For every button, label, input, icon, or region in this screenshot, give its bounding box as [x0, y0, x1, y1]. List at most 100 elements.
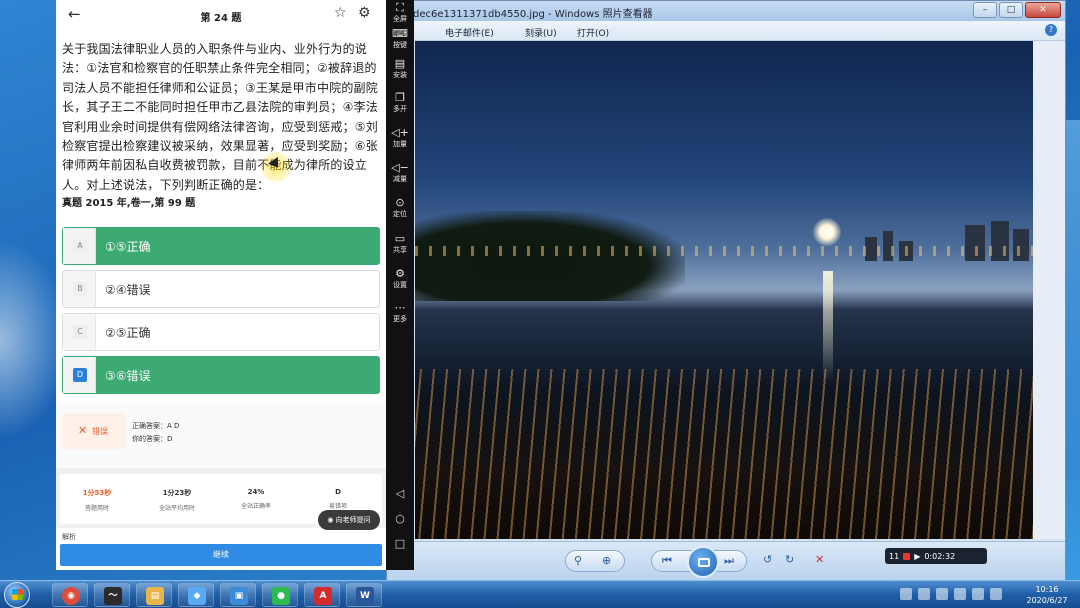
stat-label: 答题用时 [84, 505, 109, 512]
menu-email[interactable]: 电子邮件(E) [445, 26, 494, 39]
settings-icon: ⚙ [395, 267, 405, 280]
stat-accuracy: 24% 全站正确率 [216, 488, 296, 510]
ask-teacher-label: 向老师提问 [335, 516, 371, 524]
favorite-star-icon[interactable]: ☆ [334, 5, 347, 21]
taskbar-file-explorer[interactable]: ▤ [136, 583, 172, 607]
sidebar-keymap[interactable]: ⌨ 按键 [386, 28, 414, 50]
sidebar-location[interactable]: ⊙ 定位 [386, 197, 414, 219]
sidebar-settings[interactable]: ⚙ 设置 [386, 268, 414, 290]
sidebar-install[interactable]: ▤ 安装 [386, 58, 414, 80]
next-icon[interactable]: ⏭ [724, 554, 734, 568]
delete-icon[interactable]: ✕ [815, 553, 824, 566]
android-home-icon[interactable]: ○ [394, 513, 406, 525]
minimize-button[interactable]: – [973, 2, 997, 18]
sidebar-label: 定位 [393, 210, 407, 218]
sidebar-share[interactable]: ▭ 共享 [386, 233, 414, 255]
maximize-button[interactable]: □ [999, 2, 1023, 18]
question-source: 真题 2015 年,卷一,第 99 题 [62, 198, 196, 209]
option-c[interactable]: C ②⑤正确 [62, 313, 380, 351]
help-icon[interactable]: ? [1045, 24, 1057, 36]
android-recents-icon[interactable]: □ [394, 538, 406, 550]
sidebar-volume-down[interactable]: ◁− 减量 [386, 162, 414, 184]
option-letter: C [73, 325, 87, 339]
slideshow-button[interactable] [687, 546, 719, 578]
option-text: ①⑤正确 [105, 240, 151, 254]
close-button[interactable]: ✕ [1025, 2, 1061, 18]
sidebar-label: 共享 [393, 246, 407, 254]
taskbar-word[interactable]: W [346, 583, 382, 607]
tray-icon[interactable] [900, 588, 912, 600]
option-d[interactable]: D ③⑥错误 [62, 356, 380, 394]
rotate-right-icon[interactable]: ↻ [785, 553, 794, 566]
recording-panel[interactable]: 11 ▶ 0:02:32 [885, 548, 987, 564]
option-text: ②④错误 [105, 283, 151, 297]
window-controls: – □ ✕ [973, 2, 1061, 18]
zoom-controls[interactable]: ⚲ ⊕ [565, 550, 625, 572]
photo-bright-light [813, 218, 841, 246]
option-letter-box: D [63, 357, 96, 393]
stat-label: 易错项 [328, 503, 347, 510]
viewer-title: dec6e1311371db4550.jpg - Windows 照片查看器 [413, 9, 653, 20]
previous-icon[interactable]: ⏮ [662, 554, 672, 568]
tray-icon[interactable] [990, 588, 1002, 600]
stat-time-used: 1分53秒 答题用时 [57, 488, 137, 512]
taskbar-app-store[interactable]: ◆ [178, 583, 214, 607]
taskbar-chrome[interactable]: ◉ [52, 583, 88, 607]
more-icon: ⋯ [394, 301, 406, 314]
sidebar-more[interactable]: ⋯ 更多 [386, 302, 414, 324]
stat-average-time: 1分23秒 全站平均用时 [137, 488, 217, 512]
taskbar-photo-viewer[interactable]: ▣ [220, 583, 256, 607]
tray-icon[interactable] [936, 588, 948, 600]
ask-teacher-button[interactable]: ◉ 向老师提问 [318, 510, 380, 530]
sidebar-label: 多开 [393, 105, 407, 113]
option-a[interactable]: A ①⑤正确 [62, 227, 380, 265]
option-letter: D [73, 368, 87, 382]
recording-time: 0:02:32 [924, 551, 956, 561]
recording-count: 11 [889, 551, 900, 561]
sidebar-label: 加量 [393, 140, 407, 148]
clock-time: 10:16 [1035, 585, 1059, 594]
volume-down-icon: ◁− [391, 161, 409, 174]
menu-burn[interactable]: 刻录(U) [525, 26, 557, 39]
tray-icon[interactable] [918, 588, 930, 600]
folder-icon: ▤ [146, 587, 164, 605]
app-header: ← 第 24 题 ☆ ⚙ [56, 0, 386, 30]
continue-button[interactable]: 继续 [60, 544, 382, 566]
cross-icon: ✕ [78, 424, 88, 437]
option-letter-box: C [63, 314, 96, 350]
fullscreen-icon: ⛶ [396, 1, 404, 14]
stat-value: 1分53秒 [82, 489, 112, 497]
taskbar-wechat[interactable]: ● [262, 583, 298, 607]
stat-label: 全站平均用时 [158, 505, 195, 512]
sidebar-label: 按键 [393, 41, 407, 49]
viewer-titlebar[interactable]: dec6e1311371db4550.jpg - Windows 照片查看器 –… [387, 1, 1065, 21]
store-icon: ◆ [188, 587, 206, 605]
settings-gear-icon[interactable]: ⚙ [358, 5, 371, 21]
record-play-icon[interactable]: ▶ [914, 552, 920, 561]
photo-shore-lights [415, 246, 1033, 256]
folder-icon: ▭ [394, 232, 406, 245]
menu-open[interactable]: 打开(O) [577, 26, 609, 39]
option-letter-box: A [63, 228, 96, 264]
android-back-icon[interactable]: ◁ [394, 488, 406, 500]
tray-icon[interactable] [972, 588, 984, 600]
option-b[interactable]: B ②④错误 [62, 270, 380, 308]
zoom-icon[interactable]: ⚲ [574, 554, 582, 567]
tray-icon[interactable] [954, 588, 966, 600]
fit-icon[interactable]: ⊕ [602, 554, 611, 567]
sidebar-multi[interactable]: ❐ 多开 [386, 92, 414, 114]
stat-value: 24% [247, 488, 265, 496]
sidebar-label: 更多 [393, 315, 407, 323]
pdf-icon: A [314, 587, 332, 605]
apk-icon: ▤ [394, 57, 406, 70]
taskbar-clock[interactable]: 10:16 2020/6/27 [1018, 584, 1076, 606]
rotate-left-icon[interactable]: ↺ [763, 553, 772, 566]
taskbar-pdf-reader[interactable]: A [304, 583, 340, 607]
record-stop-icon[interactable] [903, 552, 911, 560]
option-letter: B [73, 282, 87, 296]
start-button[interactable] [4, 582, 30, 608]
sidebar-volume-up[interactable]: ◁+ 加量 [386, 127, 414, 149]
wrong-label: 错误 [92, 427, 108, 436]
sidebar-fullscreen[interactable]: ⛶ 全屏 [386, 2, 414, 24]
taskbar-app-wave[interactable]: 〜 [94, 583, 130, 607]
